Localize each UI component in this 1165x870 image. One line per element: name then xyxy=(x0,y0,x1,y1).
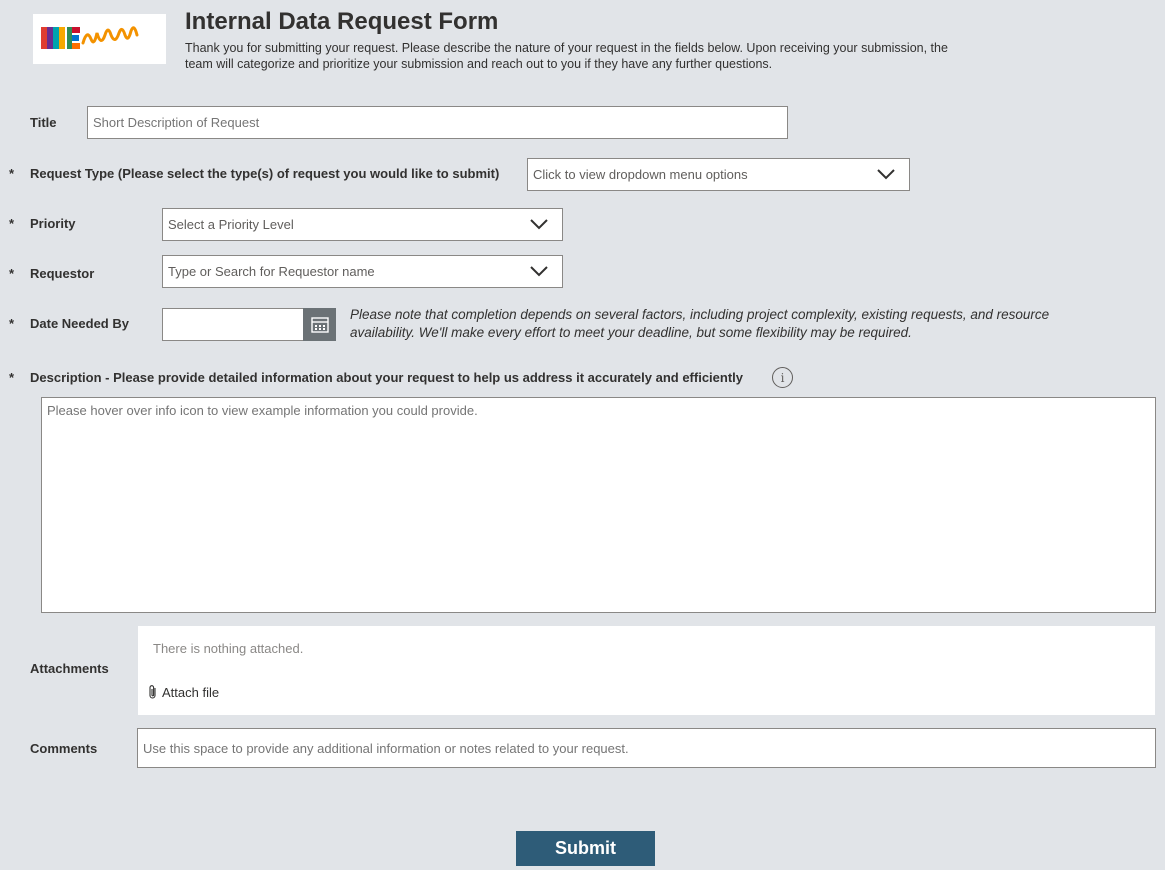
required-marker: * xyxy=(9,316,15,331)
chevron-down-icon xyxy=(530,266,548,277)
required-marker: * xyxy=(9,216,15,231)
submit-button[interactable]: Submit xyxy=(516,831,655,866)
attachments-label: Attachments xyxy=(30,661,109,676)
attachments-empty-text: There is nothing attached. xyxy=(153,641,304,656)
logo xyxy=(33,14,166,64)
requestor-placeholder: Type or Search for Requestor name xyxy=(168,264,375,279)
page-subtitle: Thank you for submitting your request. P… xyxy=(185,41,948,71)
required-marker: * xyxy=(9,370,15,385)
title-label: Title xyxy=(30,115,57,130)
request-type-dropdown[interactable]: Click to view dropdown menu options xyxy=(527,158,910,191)
description-label: Description - Please provide detailed in… xyxy=(30,370,744,385)
title-input[interactable] xyxy=(87,106,788,139)
requestor-combobox[interactable]: Type or Search for Requestor name xyxy=(162,255,563,288)
priority-dropdown[interactable]: Select a Priority Level xyxy=(162,208,563,241)
page-title: Internal Data Request Form xyxy=(185,8,499,35)
attachments-panel: There is nothing attached. Attach file xyxy=(138,626,1155,715)
comments-input[interactable] xyxy=(137,728,1156,768)
request-type-label: Request Type (Please select the type(s) … xyxy=(30,166,500,181)
required-marker: * xyxy=(9,166,15,181)
calendar-button[interactable] xyxy=(303,308,336,341)
chevron-down-icon xyxy=(530,219,548,230)
logo-image xyxy=(40,26,138,49)
date-input[interactable] xyxy=(162,308,304,341)
attach-file-label: Attach file xyxy=(162,684,220,700)
paperclip-icon xyxy=(149,685,156,699)
calendar-icon xyxy=(310,317,329,333)
date-needed-note: Please note that completion depends on s… xyxy=(350,307,1050,340)
request-type-placeholder: Click to view dropdown menu options xyxy=(533,167,748,182)
info-icon[interactable]: i xyxy=(772,367,793,388)
attach-file-button[interactable]: Attach file xyxy=(148,684,219,700)
requestor-label: Requestor xyxy=(30,266,95,281)
description-textarea[interactable] xyxy=(41,397,1156,613)
date-needed-label: Date Needed By xyxy=(30,316,129,331)
required-marker: * xyxy=(9,266,15,281)
priority-placeholder: Select a Priority Level xyxy=(168,217,294,232)
chevron-down-icon xyxy=(877,169,895,180)
comments-label: Comments xyxy=(30,741,98,756)
priority-label: Priority xyxy=(30,216,76,231)
